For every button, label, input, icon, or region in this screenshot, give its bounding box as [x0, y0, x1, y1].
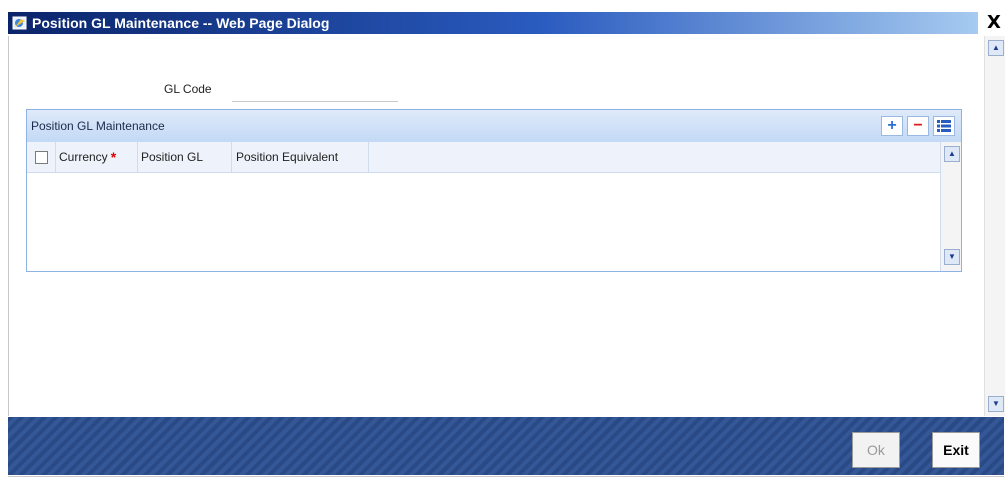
column-position-gl[interactable]: Position GL: [138, 142, 232, 172]
column-currency-label: Currency: [59, 150, 108, 164]
exit-button[interactable]: Exit: [932, 432, 980, 468]
column-position-equivalent-label: Position Equivalent: [236, 150, 339, 164]
dialog-bottom-border: [8, 476, 1004, 477]
required-marker: *: [110, 149, 117, 165]
select-all-checkbox[interactable]: [34, 150, 48, 164]
ok-button[interactable]: Ok: [852, 432, 900, 468]
dialog-scrollbar[interactable]: ▲ ▼: [984, 36, 1005, 416]
grid-toolbar: + −: [881, 116, 955, 136]
add-row-button[interactable]: +: [881, 116, 903, 136]
column-currency[interactable]: Currency *: [56, 142, 138, 172]
ok-button-label: Ok: [867, 442, 885, 458]
exit-button-label: Exit: [943, 442, 969, 458]
title-bar: Position GL Maintenance -- Web Page Dial…: [8, 12, 978, 34]
grid-title: Position GL Maintenance: [31, 119, 165, 133]
column-header-row: Currency * Position GL Position Equivale…: [27, 142, 961, 173]
position-gl-grid: Position GL Maintenance + − Currency * P…: [26, 109, 962, 272]
dialog-border: [8, 36, 9, 416]
select-all-cell: [27, 142, 56, 172]
close-icon: X: [987, 12, 1001, 33]
minus-icon: −: [913, 117, 923, 134]
close-button[interactable]: X: [986, 12, 1002, 33]
grid-scrollbar[interactable]: ▲ ▼: [940, 142, 961, 271]
plus-icon: +: [887, 117, 897, 134]
window-title: Position GL Maintenance -- Web Page Dial…: [32, 15, 330, 31]
scroll-up-icon[interactable]: ▲: [988, 40, 1004, 56]
column-position-gl-label: Position GL: [141, 150, 204, 164]
list-view-icon: [937, 120, 951, 132]
app-icon: [12, 15, 28, 31]
gl-code-input[interactable]: [232, 82, 398, 102]
grid-scroll-down-icon[interactable]: ▼: [944, 249, 960, 265]
gl-code-label: GL Code: [164, 82, 212, 96]
column-position-equivalent[interactable]: Position Equivalent: [232, 142, 369, 172]
grid-header: Position GL Maintenance + −: [27, 110, 961, 142]
grid-scroll-up-icon[interactable]: ▲: [944, 146, 960, 162]
scroll-down-icon[interactable]: ▼: [988, 396, 1004, 412]
single-view-button[interactable]: [933, 116, 955, 136]
delete-row-button[interactable]: −: [907, 116, 929, 136]
